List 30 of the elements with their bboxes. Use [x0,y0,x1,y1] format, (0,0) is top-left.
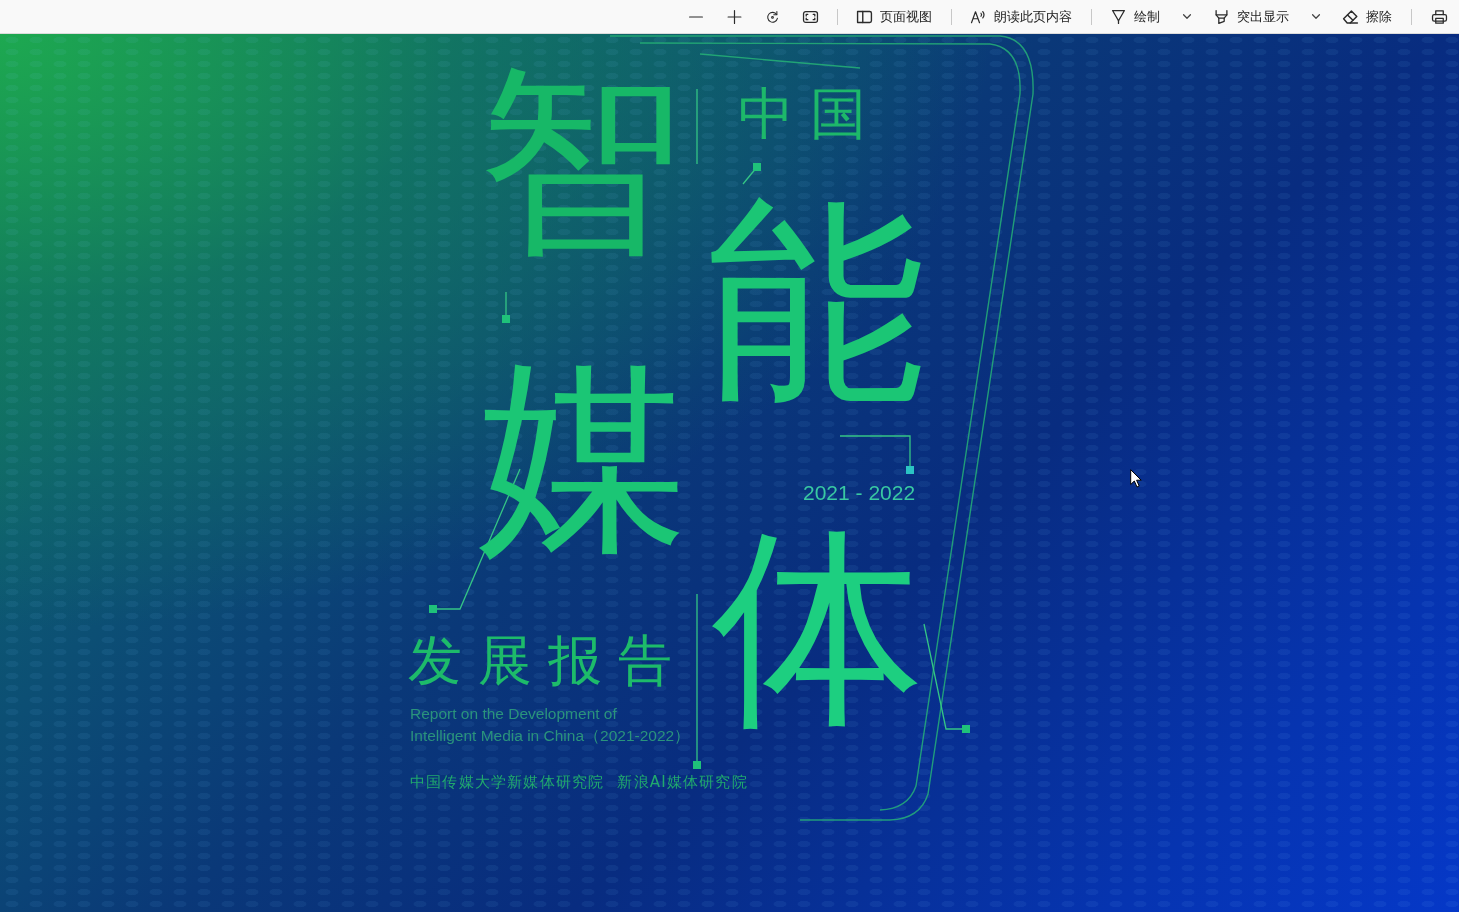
mouse-pointer-icon [1130,469,1142,488]
report-subtitle: 发展报告 [408,634,688,688]
circuit-line [742,163,761,185]
read-aloud-button[interactable]: 朗读此页内容 [963,2,1080,31]
publisher-name: 新浪AI媒体研究院 [617,773,748,791]
pen-icon [1111,9,1126,24]
plus-icon [726,9,742,24]
eraser-icon [1343,9,1358,24]
english-title: Report on the Development of Intelligent Media in China（2021-2022） [410,704,691,746]
minus-icon [689,15,703,18]
chevron-down-icon [1183,14,1191,19]
highlight-button[interactable]: 突出显示 [1206,2,1297,31]
highlighter-icon [1214,9,1229,24]
draw-button[interactable]: 绘制 [1103,2,1168,31]
year-range: 2021 - 2022 [803,480,916,506]
country-title: 中国 [738,86,882,142]
fit-page-icon [802,9,818,24]
read-aloud-icon [971,9,986,24]
publisher-name: 中国传媒大学新媒体研究院 [410,773,605,791]
circuit-line [502,291,510,323]
book-icon [857,9,872,24]
title-character: 能 [705,188,927,416]
erase-button[interactable]: 擦除 [1335,2,1400,31]
title-character: 智 [477,55,684,268]
printer-icon [1431,9,1447,24]
rotate-icon [764,9,780,24]
page-view-button[interactable]: 页面视图 [849,2,940,31]
chevron-down-icon [1312,14,1320,19]
title-character: 体 [711,518,925,738]
title-character: 媒 [477,348,689,566]
